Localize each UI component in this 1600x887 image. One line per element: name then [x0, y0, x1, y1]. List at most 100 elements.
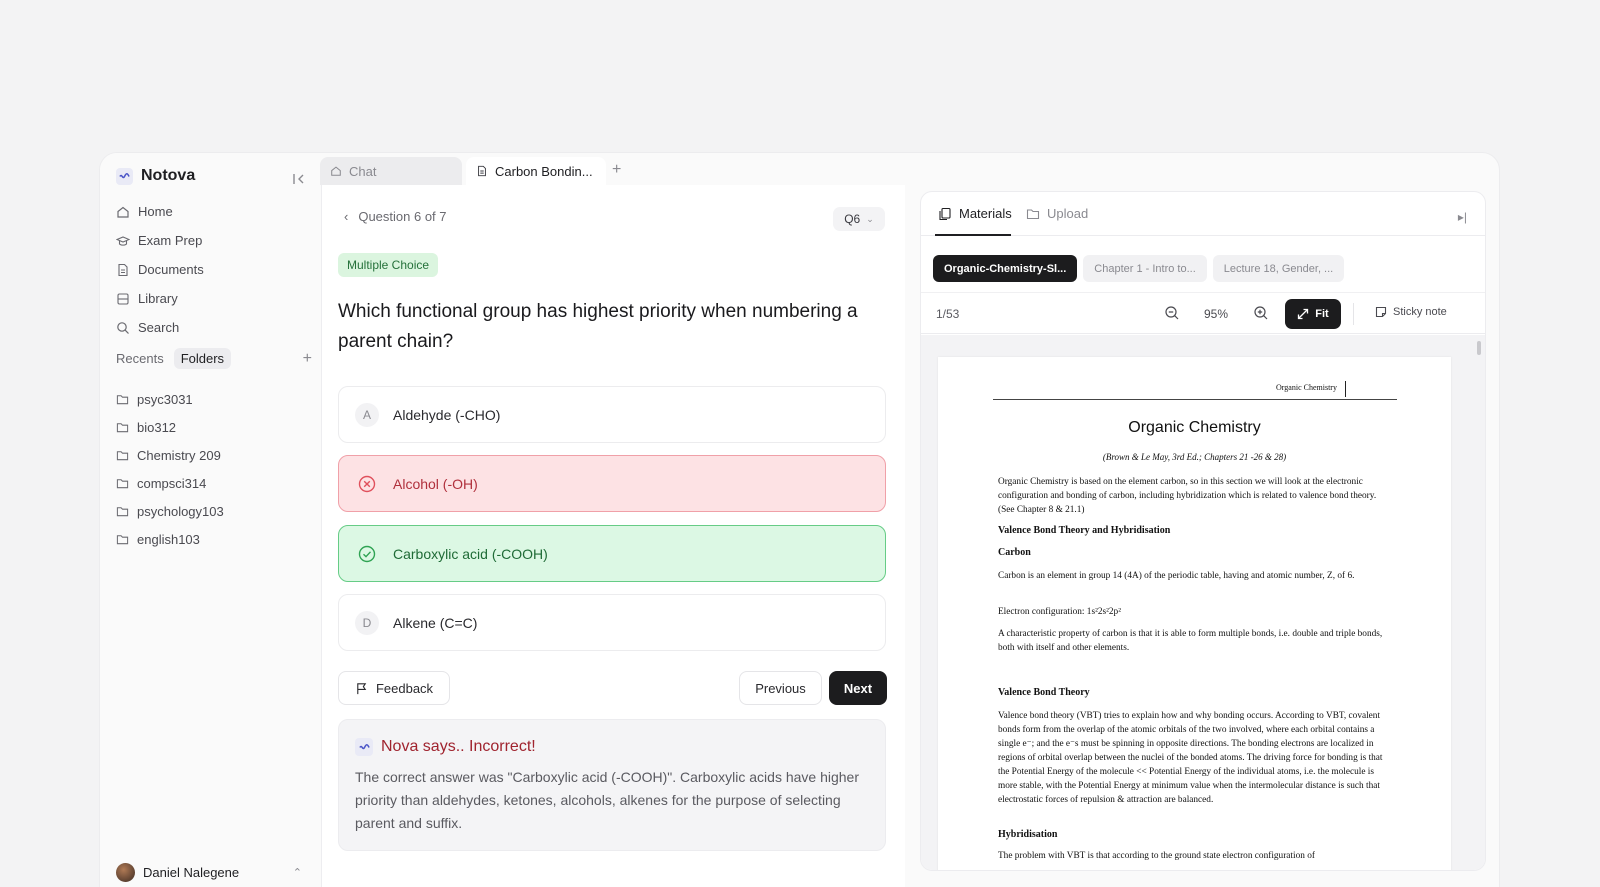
previous-button[interactable]: Previous — [739, 671, 822, 705]
document-chips: Organic-Chemistry-Sl... Chapter 1 - Intr… — [933, 255, 1345, 282]
sidebar-item-search[interactable]: Search — [114, 313, 314, 342]
pdf-heading: Carbon — [998, 547, 1031, 558]
fit-button[interactable]: Fit — [1285, 299, 1341, 329]
answer-option-b[interactable]: Alcohol (-OH) — [338, 455, 886, 512]
folders-header: Recents Folders + — [116, 348, 312, 369]
check-circle-icon — [357, 544, 377, 564]
nova-text: The correct answer was "Carboxylic acid … — [355, 769, 859, 831]
pdf-paragraph: A characteristic property of carbon is t… — [998, 629, 1383, 653]
answer-option-c[interactable]: Carboxylic acid (-COOH) — [338, 525, 886, 582]
expand-icon — [1298, 308, 1309, 320]
folder-label: compsci314 — [137, 475, 207, 491]
new-tab-button[interactable]: + — [612, 161, 621, 179]
document-icon — [478, 165, 486, 177]
folder-icon — [116, 478, 129, 488]
pdf-running-header: Organic Chemistry — [1276, 383, 1337, 392]
pdf-page: Organic Chemistry Organic Chemistry (Bro… — [938, 357, 1451, 870]
folder-label: english103 — [137, 531, 200, 547]
scrollbar[interactable] — [1477, 341, 1481, 355]
collapse-sidebar-icon[interactable] — [291, 171, 307, 187]
brand-name: Notova — [141, 167, 196, 184]
pdf-viewer[interactable]: Organic Chemistry Organic Chemistry (Bro… — [921, 335, 1485, 870]
pdf-subtitle: (Brown & Le May, 3rd Ed.; Chapters 21 -2… — [1102, 452, 1287, 462]
sidebar-item-label: Documents — [138, 262, 204, 277]
folder-icon — [116, 422, 129, 432]
user-menu[interactable]: Daniel Nalegene ⌃ — [116, 863, 302, 882]
pdf-paragraph: Electron configuration: 1s²2s²2p² — [998, 607, 1121, 617]
pdf-title: Organic Chemistry — [1128, 419, 1261, 436]
option-letter: A — [355, 402, 379, 427]
nova-header: Nova says.. Incorrect! — [355, 738, 869, 756]
document-chip[interactable]: Organic-Chemistry-Sl... — [933, 255, 1078, 282]
divider — [993, 399, 1397, 400]
document-chip[interactable]: Lecture 18, Gender, ... — [1212, 255, 1345, 282]
option-text: Carboxylic acid (-COOH) — [393, 545, 548, 562]
option-text: Alcohol (-OH) — [393, 475, 478, 492]
graduation-cap-icon — [116, 235, 130, 246]
option-letter: D — [355, 610, 379, 635]
feedback-button[interactable]: Feedback — [338, 671, 450, 705]
folder-list: psyc3031 bio312 Chemistry 209 compsci314… — [116, 385, 312, 553]
folder-icon — [116, 394, 129, 404]
answer-option-d[interactable]: D Alkene (C=C) — [338, 594, 886, 651]
pdf-paragraph: Organic Chemistry is based on the elemen… — [998, 477, 1377, 515]
sidebar-item-home[interactable]: Home — [114, 197, 314, 226]
chevron-up-icon: ⌃ — [292, 867, 302, 879]
folder-item[interactable]: bio312 — [116, 413, 312, 441]
tab-recents[interactable]: Recents — [116, 351, 164, 366]
pdf-paragraph: The problem with VBT is that according t… — [998, 851, 1315, 861]
tab-document[interactable]: Carbon Bondin... — [466, 157, 606, 185]
page-indicator: 1/53 — [936, 307, 960, 321]
tab-label: Upload — [1047, 206, 1089, 221]
question-selector[interactable]: Q6 ⌄ — [833, 207, 885, 231]
zoom-out-icon[interactable] — [1164, 305, 1180, 321]
answer-option-a[interactable]: A Aldehyde (-CHO) — [338, 386, 886, 443]
chevron-down-icon: ⌄ — [866, 213, 874, 224]
collapse-panel-icon[interactable]: ▸| — [1458, 210, 1467, 224]
x-circle-icon — [357, 474, 377, 494]
nova-title: Nova says.. Incorrect! — [381, 738, 536, 755]
fit-label: Fit — [1315, 308, 1329, 320]
sidebar-item-label: Library — [138, 291, 178, 306]
divider — [1353, 303, 1354, 325]
sticky-note-button[interactable]: Sticky note — [1375, 306, 1447, 318]
chevron-left-icon[interactable]: ‹ — [344, 209, 348, 224]
folder-label: psyc3031 — [137, 391, 193, 407]
pdf-heading: Valence Bond Theory — [998, 687, 1090, 698]
viewer-toolbar: 1/53 95% Fit Sticky note — [921, 292, 1485, 334]
sidebar-item-label: Home — [138, 204, 173, 219]
materials-tabs: Materials Upload ▸| — [921, 192, 1485, 236]
folder-item[interactable]: psychology103 — [116, 497, 312, 525]
sidebar: Notova Home Exam Prep Documents Library — [100, 153, 326, 887]
folder-item[interactable]: psyc3031 — [116, 385, 312, 413]
divider — [1345, 381, 1346, 397]
tab-chat[interactable]: Chat — [320, 157, 462, 185]
folder-label: psychology103 — [137, 503, 224, 519]
option-text: Alkene (C=C) — [393, 614, 478, 631]
sidebar-nav: Home Exam Prep Documents Library Search — [114, 197, 314, 342]
tab-materials[interactable]: Materials — [938, 206, 1012, 221]
copy-icon — [939, 207, 951, 220]
zoom-level: 95% — [1204, 307, 1229, 321]
library-icon — [117, 292, 129, 305]
question-nav[interactable]: ‹ Question 6 of 7 — [344, 209, 447, 224]
sidebar-item-documents[interactable]: Documents — [114, 255, 314, 284]
folder-item[interactable]: compsci314 — [116, 469, 312, 497]
tab-folders[interactable]: Folders — [173, 348, 232, 369]
home-icon — [331, 166, 341, 176]
next-button[interactable]: Next — [829, 671, 887, 705]
sidebar-item-library[interactable]: Library — [114, 284, 314, 313]
feedback-label: Feedback — [375, 680, 434, 696]
brand[interactable]: Notova — [116, 167, 195, 185]
zoom-in-icon[interactable] — [1253, 305, 1269, 321]
sidebar-item-exam-prep[interactable]: Exam Prep — [114, 226, 314, 255]
active-tab-underline — [935, 234, 1011, 236]
sidebar-item-label: Search — [138, 320, 180, 335]
add-folder-button[interactable]: + — [303, 350, 312, 367]
pdf-heading: Hybridisation — [998, 829, 1058, 840]
folder-item[interactable]: english103 — [116, 525, 312, 553]
question-text: Which functional group has highest prior… — [338, 301, 858, 352]
document-chip[interactable]: Chapter 1 - Intro to... — [1083, 255, 1207, 282]
tab-upload[interactable]: Upload — [1026, 206, 1088, 221]
folder-item[interactable]: Chemistry 209 — [116, 441, 312, 469]
